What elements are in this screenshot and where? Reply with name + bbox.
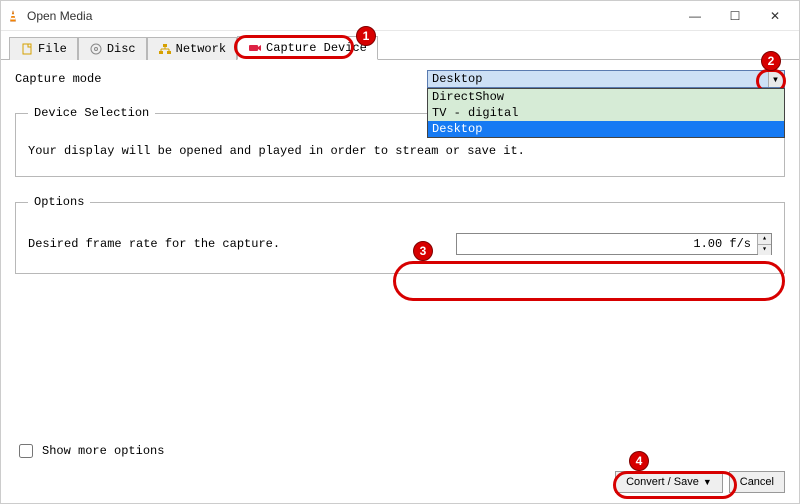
minimize-button[interactable]: — — [675, 2, 715, 30]
chevron-down-icon: ▾ — [768, 72, 782, 87]
show-more-label: Show more options — [42, 444, 164, 458]
options-legend: Options — [28, 195, 90, 209]
disc-icon — [89, 42, 103, 56]
device-selection-legend: Device Selection — [28, 106, 155, 120]
tabs: File Disc Network Capture Device — [1, 31, 799, 60]
close-button[interactable]: ✕ — [755, 2, 795, 30]
vlc-icon — [5, 8, 21, 24]
frame-rate-label: Desired frame rate for the capture. — [28, 237, 448, 251]
frame-rate-input[interactable] — [457, 234, 757, 254]
capture-mode-combobox[interactable]: Desktop ▾ — [427, 70, 785, 88]
tab-file[interactable]: File — [9, 37, 78, 60]
cancel-button[interactable]: Cancel — [729, 471, 785, 493]
show-more-checkbox[interactable] — [19, 444, 33, 458]
capture-mode-option-desktop[interactable]: Desktop — [428, 121, 784, 137]
tab-network[interactable]: Network — [147, 37, 237, 60]
tab-capture-label: Capture Device — [266, 41, 367, 55]
network-icon — [158, 42, 172, 56]
frame-rate-up[interactable]: ▴ — [758, 234, 771, 245]
show-more-options[interactable]: Show more options — [15, 441, 785, 461]
tab-disc-label: Disc — [107, 42, 136, 56]
cancel-label: Cancel — [740, 476, 774, 488]
tab-capture-device[interactable]: Capture Device — [237, 36, 378, 60]
frame-rate-spinbox[interactable]: ▴ ▾ — [456, 233, 772, 255]
convert-save-label: Convert / Save — [626, 476, 699, 488]
chevron-down-icon: ▼ — [703, 477, 712, 487]
capture-mode-option-tvdigital[interactable]: TV - digital — [428, 105, 784, 121]
capture-mode-dropdown[interactable]: DirectShow TV - digital Desktop — [427, 88, 785, 138]
capture-icon — [248, 41, 262, 55]
frame-rate-down[interactable]: ▾ — [758, 245, 771, 255]
capture-mode-selected: Desktop — [432, 72, 482, 86]
window-title: Open Media — [27, 9, 675, 23]
tab-disc[interactable]: Disc — [78, 37, 147, 60]
device-selection-text: Your display will be opened and played i… — [28, 144, 772, 158]
capture-mode-option-directshow[interactable]: DirectShow — [428, 89, 784, 105]
convert-save-button[interactable]: Convert / Save ▼ — [615, 471, 723, 493]
titlebar: Open Media — ☐ ✕ — [1, 1, 799, 31]
capture-mode-label: Capture mode — [15, 72, 415, 86]
tab-file-label: File — [38, 42, 67, 56]
options-group: Options Desired frame rate for the captu… — [15, 195, 785, 274]
tab-network-label: Network — [176, 42, 226, 56]
maximize-button[interactable]: ☐ — [715, 2, 755, 30]
file-icon — [20, 42, 34, 56]
